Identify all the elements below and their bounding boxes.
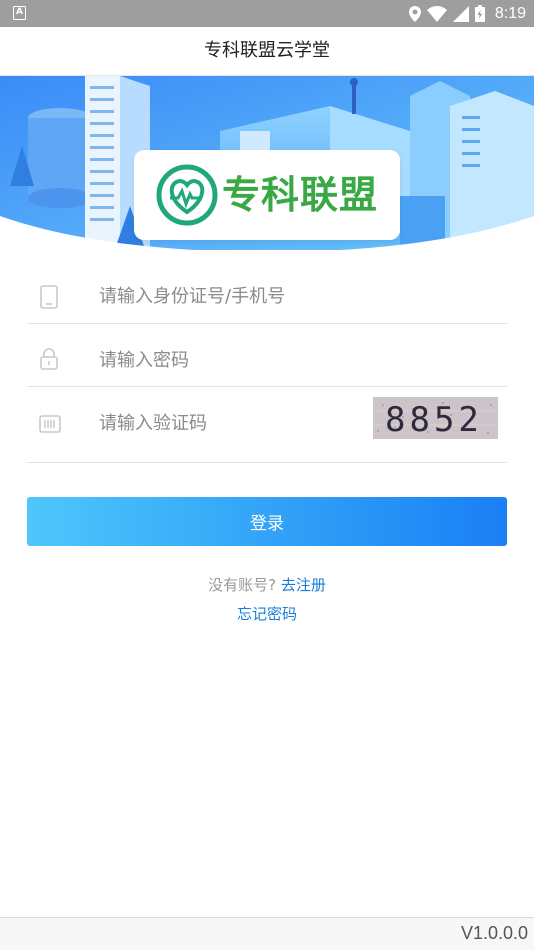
register-link[interactable]: 去注册 <box>281 576 326 594</box>
heart-pulse-logo-icon <box>156 164 218 226</box>
notification-a-icon: A <box>13 6 26 20</box>
battery-icon <box>474 5 485 22</box>
phone-icon <box>40 285 58 309</box>
status-bar: A 8:19 <box>0 0 534 27</box>
status-icons: 8:19 <box>408 0 526 27</box>
id-field-row[interactable] <box>27 268 507 324</box>
location-icon <box>408 5 421 22</box>
id-phone-input[interactable] <box>99 276 369 316</box>
lock-icon <box>40 348 58 370</box>
footer-bar: V1.0.0.0 <box>0 917 534 950</box>
forgot-password-link[interactable]: 忘记密码 <box>237 605 297 623</box>
version-label: V1.0.0.0 <box>460 923 528 943</box>
app-header: 专科联盟云学堂 <box>0 27 534 76</box>
login-button[interactable]: 登录 <box>27 497 507 546</box>
password-field-row[interactable] <box>27 324 507 387</box>
captcha-text: 8852 <box>385 400 483 439</box>
captcha-field-row[interactable]: 8852 <box>27 387 507 463</box>
signal-icon <box>452 5 469 22</box>
captcha-code: 8852 <box>385 400 483 439</box>
wifi-icon <box>426 5 447 22</box>
no-account-text: 没有账号? <box>208 576 277 594</box>
logo-wordmark: 专科联盟 <box>222 173 379 217</box>
clock: 8:19 <box>494 4 526 22</box>
keyboard-icon <box>39 415 61 433</box>
page-title: 专科联盟云学堂 <box>204 40 330 61</box>
captcha-input[interactable] <box>99 403 369 443</box>
captcha-image[interactable]: 8852 <box>373 397 498 439</box>
forgot-password-row: 忘记密码 <box>0 603 534 624</box>
register-prompt: 没有账号? 去注册 <box>0 574 534 595</box>
brand-logo-card: 专科联盟 <box>134 150 400 240</box>
password-input[interactable] <box>99 340 369 380</box>
